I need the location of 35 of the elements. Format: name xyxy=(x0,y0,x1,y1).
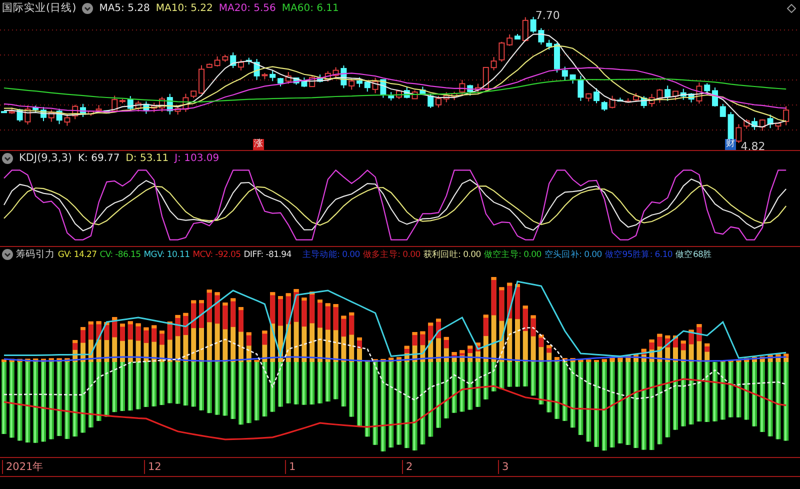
chart-title: 国际实业(日线) xyxy=(2,1,76,15)
event-marker[interactable]: 涨 xyxy=(253,139,264,150)
indicator-value: 做多主导: 0.00 xyxy=(362,248,420,260)
date-axis-label: 1 xyxy=(285,460,296,474)
indicator-value: MA60: 6.11 xyxy=(282,2,339,14)
indicator-value: MA10: 5.22 xyxy=(156,2,213,14)
indicator-value: CV: -86.15 xyxy=(100,250,141,260)
indicator-value: 主导动能: 0.00 xyxy=(302,248,360,260)
indicator-value: D: 53.11 xyxy=(126,152,169,164)
indicator-value: MA20: 5.56 xyxy=(218,2,276,14)
indicator-value: 做空95胜算: 6.10 xyxy=(604,248,673,260)
indicator-value: DIFF: -81.94 xyxy=(244,250,292,260)
indicator-title: KDJ(9,3,3) xyxy=(19,152,72,164)
indicator-value: J: 103.09 xyxy=(174,152,220,164)
indicator-value: 做空68胜 xyxy=(676,248,712,260)
date-axis-label: 2 xyxy=(402,460,413,474)
indicator-value: GV: 14.27 xyxy=(58,250,97,260)
indicator-value: K: 69.77 xyxy=(78,152,120,164)
indicator-value: MCV: -92.05 xyxy=(192,250,241,260)
chevron-down-icon[interactable] xyxy=(2,249,13,260)
low-price-label: 4.82 xyxy=(740,140,766,150)
indicator-value: MGV: 10.11 xyxy=(144,250,190,260)
indicator-value: 空头回补: 0.00 xyxy=(544,248,602,260)
indicator-value: MA5: 5.28 xyxy=(99,2,150,14)
chevron-down-icon[interactable] xyxy=(2,152,13,164)
date-axis-label: 3 xyxy=(498,460,509,474)
indicator-title: 筹码引力 xyxy=(16,248,55,261)
event-marker[interactable]: 财 xyxy=(725,139,736,150)
chevron-down-icon[interactable] xyxy=(82,2,94,14)
indicator-value: 做空主导: 0.00 xyxy=(484,248,542,260)
diamond-icon[interactable] xyxy=(787,4,796,13)
indicator-value: 获利回吐: 0.00 xyxy=(423,248,481,260)
date-axis-label: 12 xyxy=(144,460,162,474)
high-price-label: 7.70 xyxy=(535,9,560,22)
date-axis-label: 2021年 xyxy=(2,460,44,474)
